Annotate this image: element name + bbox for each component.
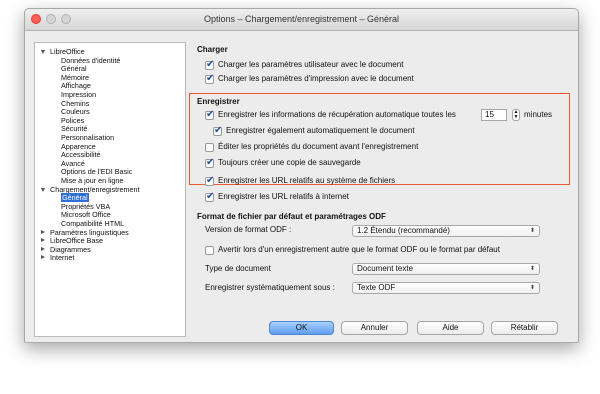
help-button[interactable]: Aide <box>417 321 484 335</box>
reset-button[interactable]: Rétablir <box>491 321 558 335</box>
disclosure-collapsed-icon[interactable] <box>41 246 45 251</box>
window-title: Options – Chargement/enregistrement – Gé… <box>203 14 400 24</box>
cancel-button[interactable]: Annuler <box>341 321 408 335</box>
document-type-label: Type de document <box>205 264 271 273</box>
load-user-settings-checkbox[interactable] <box>205 59 214 70</box>
warn-non-odf-label: Avertir lors d'un enregistrement autre q… <box>218 245 500 254</box>
relative-url-filesystem-label: Enregistrer les URL relatifs au système … <box>218 176 396 185</box>
minutes-label: minutes <box>524 110 553 119</box>
autorecovery-label: Enregistrer les informations de récupéra… <box>218 110 456 119</box>
disclosure-collapsed-icon[interactable] <box>41 255 45 260</box>
updown-arrows-icon: ⬍ <box>529 228 535 234</box>
tree-category[interactable]: Internet <box>41 253 75 263</box>
ok-button[interactable]: OK <box>269 321 334 335</box>
backup-copy-label: Toujours créer une copie de sauvegarde <box>218 158 361 167</box>
options-tree[interactable]: LibreOffice Données d'identité Général Mémo… <box>34 42 186 337</box>
tree-item-label: Internet <box>50 253 75 263</box>
backup-copy-checkbox[interactable] <box>205 157 214 168</box>
updown-arrows-icon: ⬍ <box>529 285 535 291</box>
minutes-stepper[interactable]: ▲ ▼ <box>512 109 520 121</box>
options-dialog: Options – Chargement/enregistrement – Gé… <box>24 8 579 343</box>
enregistrer-heading: Enregistrer <box>197 97 240 106</box>
load-print-settings-label: Charger les paramètres d'impression avec… <box>218 74 414 83</box>
disclosure-collapsed-icon[interactable] <box>41 229 45 234</box>
edit-properties-checkbox[interactable] <box>205 143 214 152</box>
save-as-value: Texte ODF <box>357 283 396 292</box>
odf-version-select[interactable]: 1.2 Étendu (recommandé) ⬍ <box>352 225 540 237</box>
save-as-label: Enregistrer systématiquement sous : <box>205 283 335 292</box>
autosave-label: Enregistrer également automatiquement le… <box>226 126 415 135</box>
highlight-frame <box>189 93 570 185</box>
autosave-checkbox[interactable] <box>213 125 222 136</box>
disclosure-expanded-icon[interactable] <box>41 187 45 192</box>
load-print-settings-checkbox[interactable] <box>205 73 214 84</box>
disclosure-collapsed-icon[interactable] <box>41 238 45 243</box>
odf-version-value: 1.2 Étendu (recommandé) <box>357 226 450 235</box>
edit-properties-label: Éditer les propriétés du document avant … <box>218 142 419 151</box>
title-bar: Options – Chargement/enregistrement – Gé… <box>25 9 578 31</box>
document-type-value: Document texte <box>357 264 414 273</box>
format-heading: Format de fichier par défaut et paramétr… <box>197 212 386 221</box>
save-as-select[interactable]: Texte ODF ⬍ <box>352 282 540 294</box>
warn-non-odf-checkbox[interactable] <box>205 246 214 255</box>
relative-url-internet-label: Enregistrer les URL relatifs à internet <box>218 192 349 201</box>
relative-url-filesystem-checkbox[interactable] <box>205 175 214 186</box>
relative-url-internet-checkbox[interactable] <box>205 191 214 202</box>
document-type-select[interactable]: Document texte ⬍ <box>352 263 540 275</box>
load-user-settings-label: Charger les paramètres utilisateur avec … <box>218 60 404 69</box>
disclosure-expanded-icon[interactable] <box>41 50 45 54</box>
updown-arrows-icon: ⬍ <box>529 266 535 272</box>
charger-heading: Charger <box>197 45 228 54</box>
odf-version-label: Version de format ODF : <box>205 225 292 234</box>
autorecovery-checkbox[interactable] <box>205 109 214 120</box>
autorecovery-minutes-input[interactable]: 15 <box>481 109 507 121</box>
